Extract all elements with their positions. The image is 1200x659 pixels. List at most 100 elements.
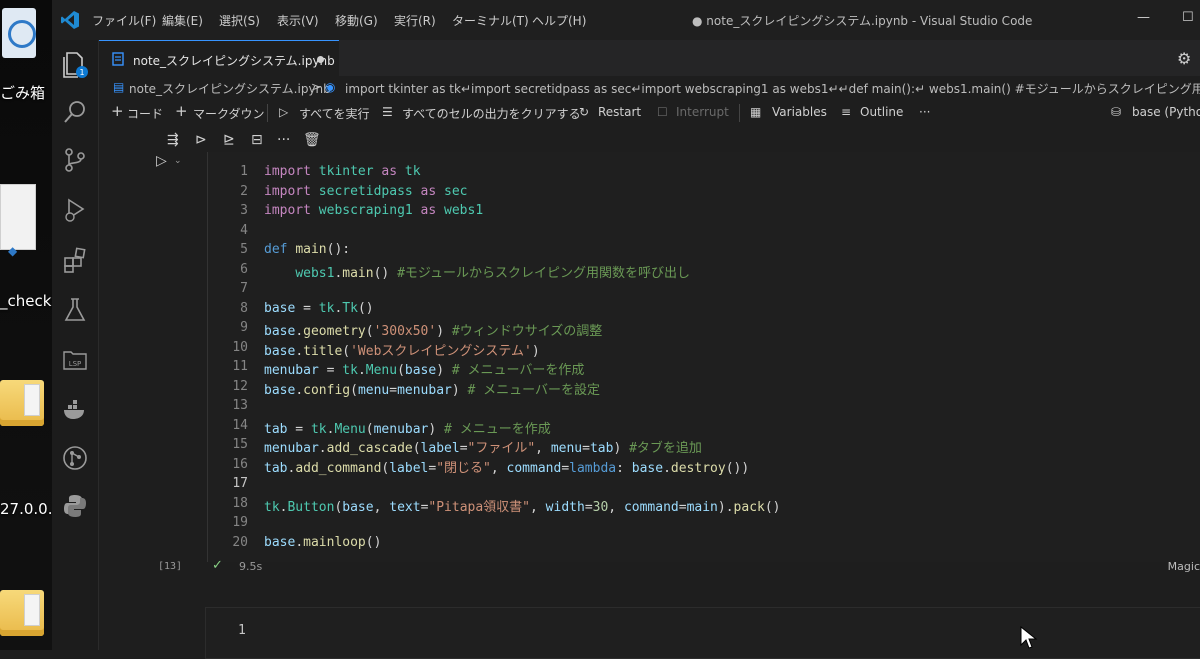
restart-icon[interactable]: ↻ <box>579 105 589 119</box>
line-number: 12 <box>232 379 248 394</box>
outline-icon[interactable]: ≡ <box>841 105 851 119</box>
breadcrumb-notebook-icon: ▤ <box>113 80 125 94</box>
success-check-icon: ✓ <box>212 558 223 573</box>
recycle-bin-icon[interactable] <box>0 0 42 70</box>
split-cell-icon[interactable]: ⊟ <box>251 132 263 148</box>
cell-editor[interactable]: 1 2 3 4 5 6 7 8 9 10 11 12 13 14 15 16 1… <box>207 152 1200 562</box>
menu-view[interactable]: 表示(V) <box>277 12 319 29</box>
python-icon[interactable] <box>61 492 89 520</box>
git-graph-icon[interactable] <box>61 444 89 472</box>
code-line: webs1.main() #モジュールからスクレイピング用関数を呼び出し <box>295 266 690 281</box>
clear-outputs-button[interactable]: すべてのセルの出力をクリアする <box>402 105 581 122</box>
menu-selection[interactable]: 選択(S) <box>219 12 260 29</box>
menu-go[interactable]: 移動(G) <box>335 12 378 29</box>
file-icon[interactable]: ◆ <box>0 170 42 280</box>
run-all-icon[interactable]: ▷ <box>279 105 288 119</box>
code-line: tk.Button(base, text="Pitapa領収書", width=… <box>264 500 781 515</box>
variables-icon[interactable]: ▦ <box>750 105 761 119</box>
add-markdown-plus-icon[interactable]: + <box>175 102 188 120</box>
variables-button[interactable]: Variables <box>772 105 827 119</box>
kernel-icon[interactable]: ⛁ <box>1111 105 1121 119</box>
menu-run[interactable]: 実行(R) <box>394 12 436 29</box>
svg-text:LSP: LSP <box>69 360 82 368</box>
kernel-picker[interactable]: base (Pytho <box>1132 105 1200 119</box>
menu-help[interactable]: ヘルプ(H) <box>532 12 586 29</box>
line-number: 15 <box>232 437 248 452</box>
code-line: tab.add_command(label="閉じる", command=lam… <box>264 461 750 476</box>
search-icon[interactable] <box>61 98 89 126</box>
breadcrumb-cell[interactable]: import tkinter as tk↵import secretidpass… <box>345 80 1200 97</box>
menu-terminal[interactable]: ターミナル(T) <box>452 12 529 29</box>
folder-icon[interactable] <box>0 590 44 636</box>
more-actions-button[interactable]: ··· <box>919 105 930 119</box>
code-cell-empty[interactable]: 1 <box>205 607 1200 659</box>
cell-language[interactable]: Magic <box>1168 560 1200 573</box>
execute-above-icon[interactable]: ⊳ <box>195 132 207 148</box>
add-code-plus-icon[interactable]: + <box>111 102 124 120</box>
line-number: 8 <box>240 301 248 316</box>
run-all-button[interactable]: すべてを実行 <box>299 105 369 122</box>
execute-below-icon[interactable]: ⊵ <box>223 132 235 148</box>
execution-count: [13] <box>158 561 183 572</box>
menu-file[interactable]: ファイル(F) <box>92 12 156 29</box>
code-line: import tkinter as tk <box>264 164 421 179</box>
line-number: 16 <box>232 457 248 472</box>
add-markdown-button[interactable]: マークダウン <box>193 105 265 122</box>
line-number: 1 <box>238 623 246 638</box>
clear-outputs-icon[interactable]: ☰ <box>382 105 393 119</box>
desktop-background: ごみ箱 ◆ _check 27.0.0.1 <box>0 0 52 650</box>
cell-toolbar: ⇶ ⊳ ⊵ ⊟ ··· 🗑 <box>159 130 329 154</box>
tab-notebook[interactable]: note_スクレイピングシステム.ipynb <box>99 40 339 77</box>
docker-icon[interactable] <box>61 396 89 424</box>
notebook-file-icon <box>112 52 124 66</box>
recycle-bin-label: ごみ箱 <box>0 84 46 102</box>
more-cell-actions-icon[interactable]: ··· <box>277 132 290 148</box>
code-line: menubar.add_cascade(label="ファイル", menu=t… <box>264 441 702 456</box>
chevron-down-icon[interactable]: ⌄ <box>174 156 182 166</box>
explorer-icon[interactable]: 1 <box>61 50 89 78</box>
code-line: import webscraping1 as webs1 <box>264 203 484 218</box>
line-number: 18 <box>232 496 248 511</box>
svg-text:1: 1 <box>79 68 84 77</box>
code-line: base.geometry('300x50') #ウィンドウサイズの調整 <box>264 324 603 339</box>
code-line: menubar = tk.Menu(base) # メニューバーを作成 <box>264 363 585 378</box>
source-control-icon[interactable] <box>61 146 89 174</box>
code-line: base.config(menu=menubar) # メニューバーを設定 <box>264 383 601 398</box>
vscode-window: ファイル(F) 編集(E) 選択(S) 表示(V) 移動(G) 実行(R) ター… <box>52 0 1200 659</box>
code-cell[interactable]: ▷ ⌄ 1 2 3 4 5 6 7 8 9 10 11 12 13 14 15 … <box>156 152 1200 562</box>
breadcrumb-file[interactable]: note_スクレイピングシステム.ipynb <box>129 80 331 97</box>
extensions-icon[interactable] <box>61 246 89 274</box>
python-cell-icon: ◉ <box>325 80 336 94</box>
line-number: 4 <box>240 223 248 238</box>
outline-button[interactable]: Outline <box>860 105 903 119</box>
run-debug-icon[interactable] <box>61 196 89 224</box>
breadcrumb: ▤ note_スクレイピングシステム.ipynb > ◉ import tkin… <box>99 76 1200 98</box>
maximize-icon[interactable]: ☐ <box>1182 10 1194 25</box>
line-number-current: 17 <box>232 476 248 491</box>
minimize-icon[interactable]: — <box>1137 10 1150 25</box>
run-by-line-icon[interactable]: ⇶ <box>167 132 179 148</box>
code-line: def main(): <box>264 242 351 257</box>
line-number: 2 <box>240 184 248 199</box>
restart-button[interactable]: Restart <box>598 105 641 119</box>
code-line: base.mainloop() <box>264 535 382 550</box>
code-line: base = tk.Tk() <box>264 301 374 316</box>
add-code-button[interactable]: コード <box>127 105 163 122</box>
cell-status-row: [13] ✓ 9.5s Magic <box>158 558 1200 578</box>
localhost-label: 27.0.0.1 <box>0 500 52 518</box>
lsp-icon[interactable]: LSP <box>61 346 89 374</box>
run-cell-icon[interactable]: ▷ <box>156 153 167 169</box>
settings-gear-icon[interactable]: ⚙ <box>1177 49 1191 68</box>
line-number: 10 <box>232 340 248 355</box>
testing-flask-icon[interactable] <box>61 296 89 324</box>
line-number: 3 <box>240 203 248 218</box>
execution-time: 9.5s <box>239 560 263 573</box>
line-number: 20 <box>232 535 248 550</box>
folder-icon[interactable] <box>0 380 44 426</box>
delete-cell-icon[interactable]: 🗑 <box>303 132 321 148</box>
code-line: tab = tk.Menu(menubar) # メニューを作成 <box>264 422 551 437</box>
line-number: 19 <box>232 515 248 530</box>
menu-edit[interactable]: 編集(E) <box>162 12 203 29</box>
unsaved-dot-icon[interactable] <box>317 56 324 63</box>
toolbar-divider <box>739 104 740 122</box>
